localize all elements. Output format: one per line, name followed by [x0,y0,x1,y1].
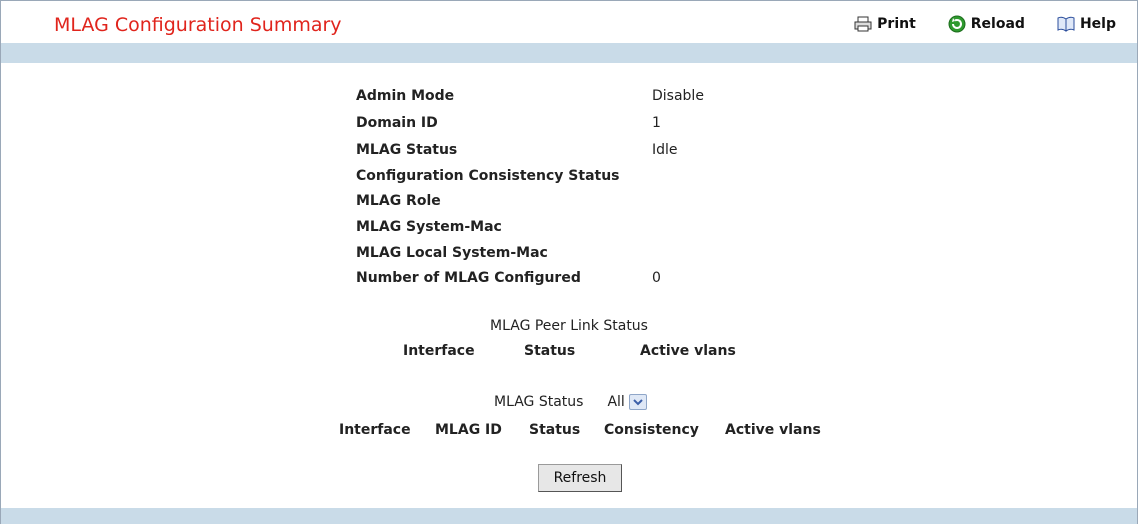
header-bar [1,43,1137,63]
summary-label: Number of MLAG Configured [356,270,581,286]
summary-label: MLAG Local System-Mac [356,245,548,261]
column-header-status: Status [524,343,576,359]
footer-bar [1,508,1137,524]
column-header-interface: Interface [339,422,411,438]
column-header-active-vlans: Active vlans [640,343,736,359]
summary-label: Admin Mode [356,88,455,104]
summary-row-local-system-mac: MLAG Local System-Mac [356,245,652,263]
mlag-status-header: Interface MLAG ID Status Consistency Act… [339,422,821,438]
column-header-status: Status [529,422,581,438]
summary-row-domain-id: Domain ID 1 [356,115,661,133]
reload-icon [948,15,966,33]
print-button[interactable]: Print [854,15,916,33]
summary-row-mlag-count: Number of MLAG Configured 0 [356,270,661,288]
mlag-status-filter: MLAG Status All [494,394,647,410]
print-label: Print [877,16,916,32]
book-icon [1057,16,1075,32]
refresh-button[interactable]: Refresh [538,464,622,492]
summary-value: 0 [652,270,661,286]
reload-button[interactable]: Reload [948,15,1025,33]
summary-label: MLAG Role [356,193,441,209]
summary-label: MLAG System-Mac [356,219,502,235]
summary-label: Domain ID [356,115,438,131]
summary-value: 1 [652,115,661,131]
peer-link-header: Interface Status Active vlans [403,343,736,359]
peer-link-title: MLAG Peer Link Status [490,318,648,334]
summary-row-mlag-status: MLAG Status Idle [356,142,678,160]
summary-row-admin-mode: Admin Mode Disable [356,88,704,106]
column-header-mlag-id: MLAG ID [435,422,502,438]
summary-row-mlag-role: MLAG Role [356,193,652,211]
reload-label: Reload [970,16,1025,32]
column-header-interface: Interface [403,343,475,359]
mlag-status-label: MLAG Status [494,394,584,410]
chevron-down-icon[interactable] [628,394,647,410]
printer-icon [854,16,872,32]
page-title: MLAG Configuration Summary [54,14,342,36]
help-label: Help [1079,16,1116,32]
summary-row-consistency: Configuration Consistency Status [356,168,652,186]
column-header-consistency: Consistency [604,422,699,438]
toolbar: Print Reload Help [854,15,1116,33]
column-header-active-vlans: Active vlans [725,422,821,438]
summary-label: Configuration Consistency Status [356,168,620,184]
mlag-status-select[interactable]: All [607,394,647,410]
help-button[interactable]: Help [1057,15,1116,33]
summary-label: MLAG Status [356,142,458,158]
mlag-status-selected: All [607,394,625,410]
summary-row-system-mac: MLAG System-Mac [356,219,652,237]
summary-value: Idle [652,142,678,158]
summary-value: Disable [652,88,704,104]
